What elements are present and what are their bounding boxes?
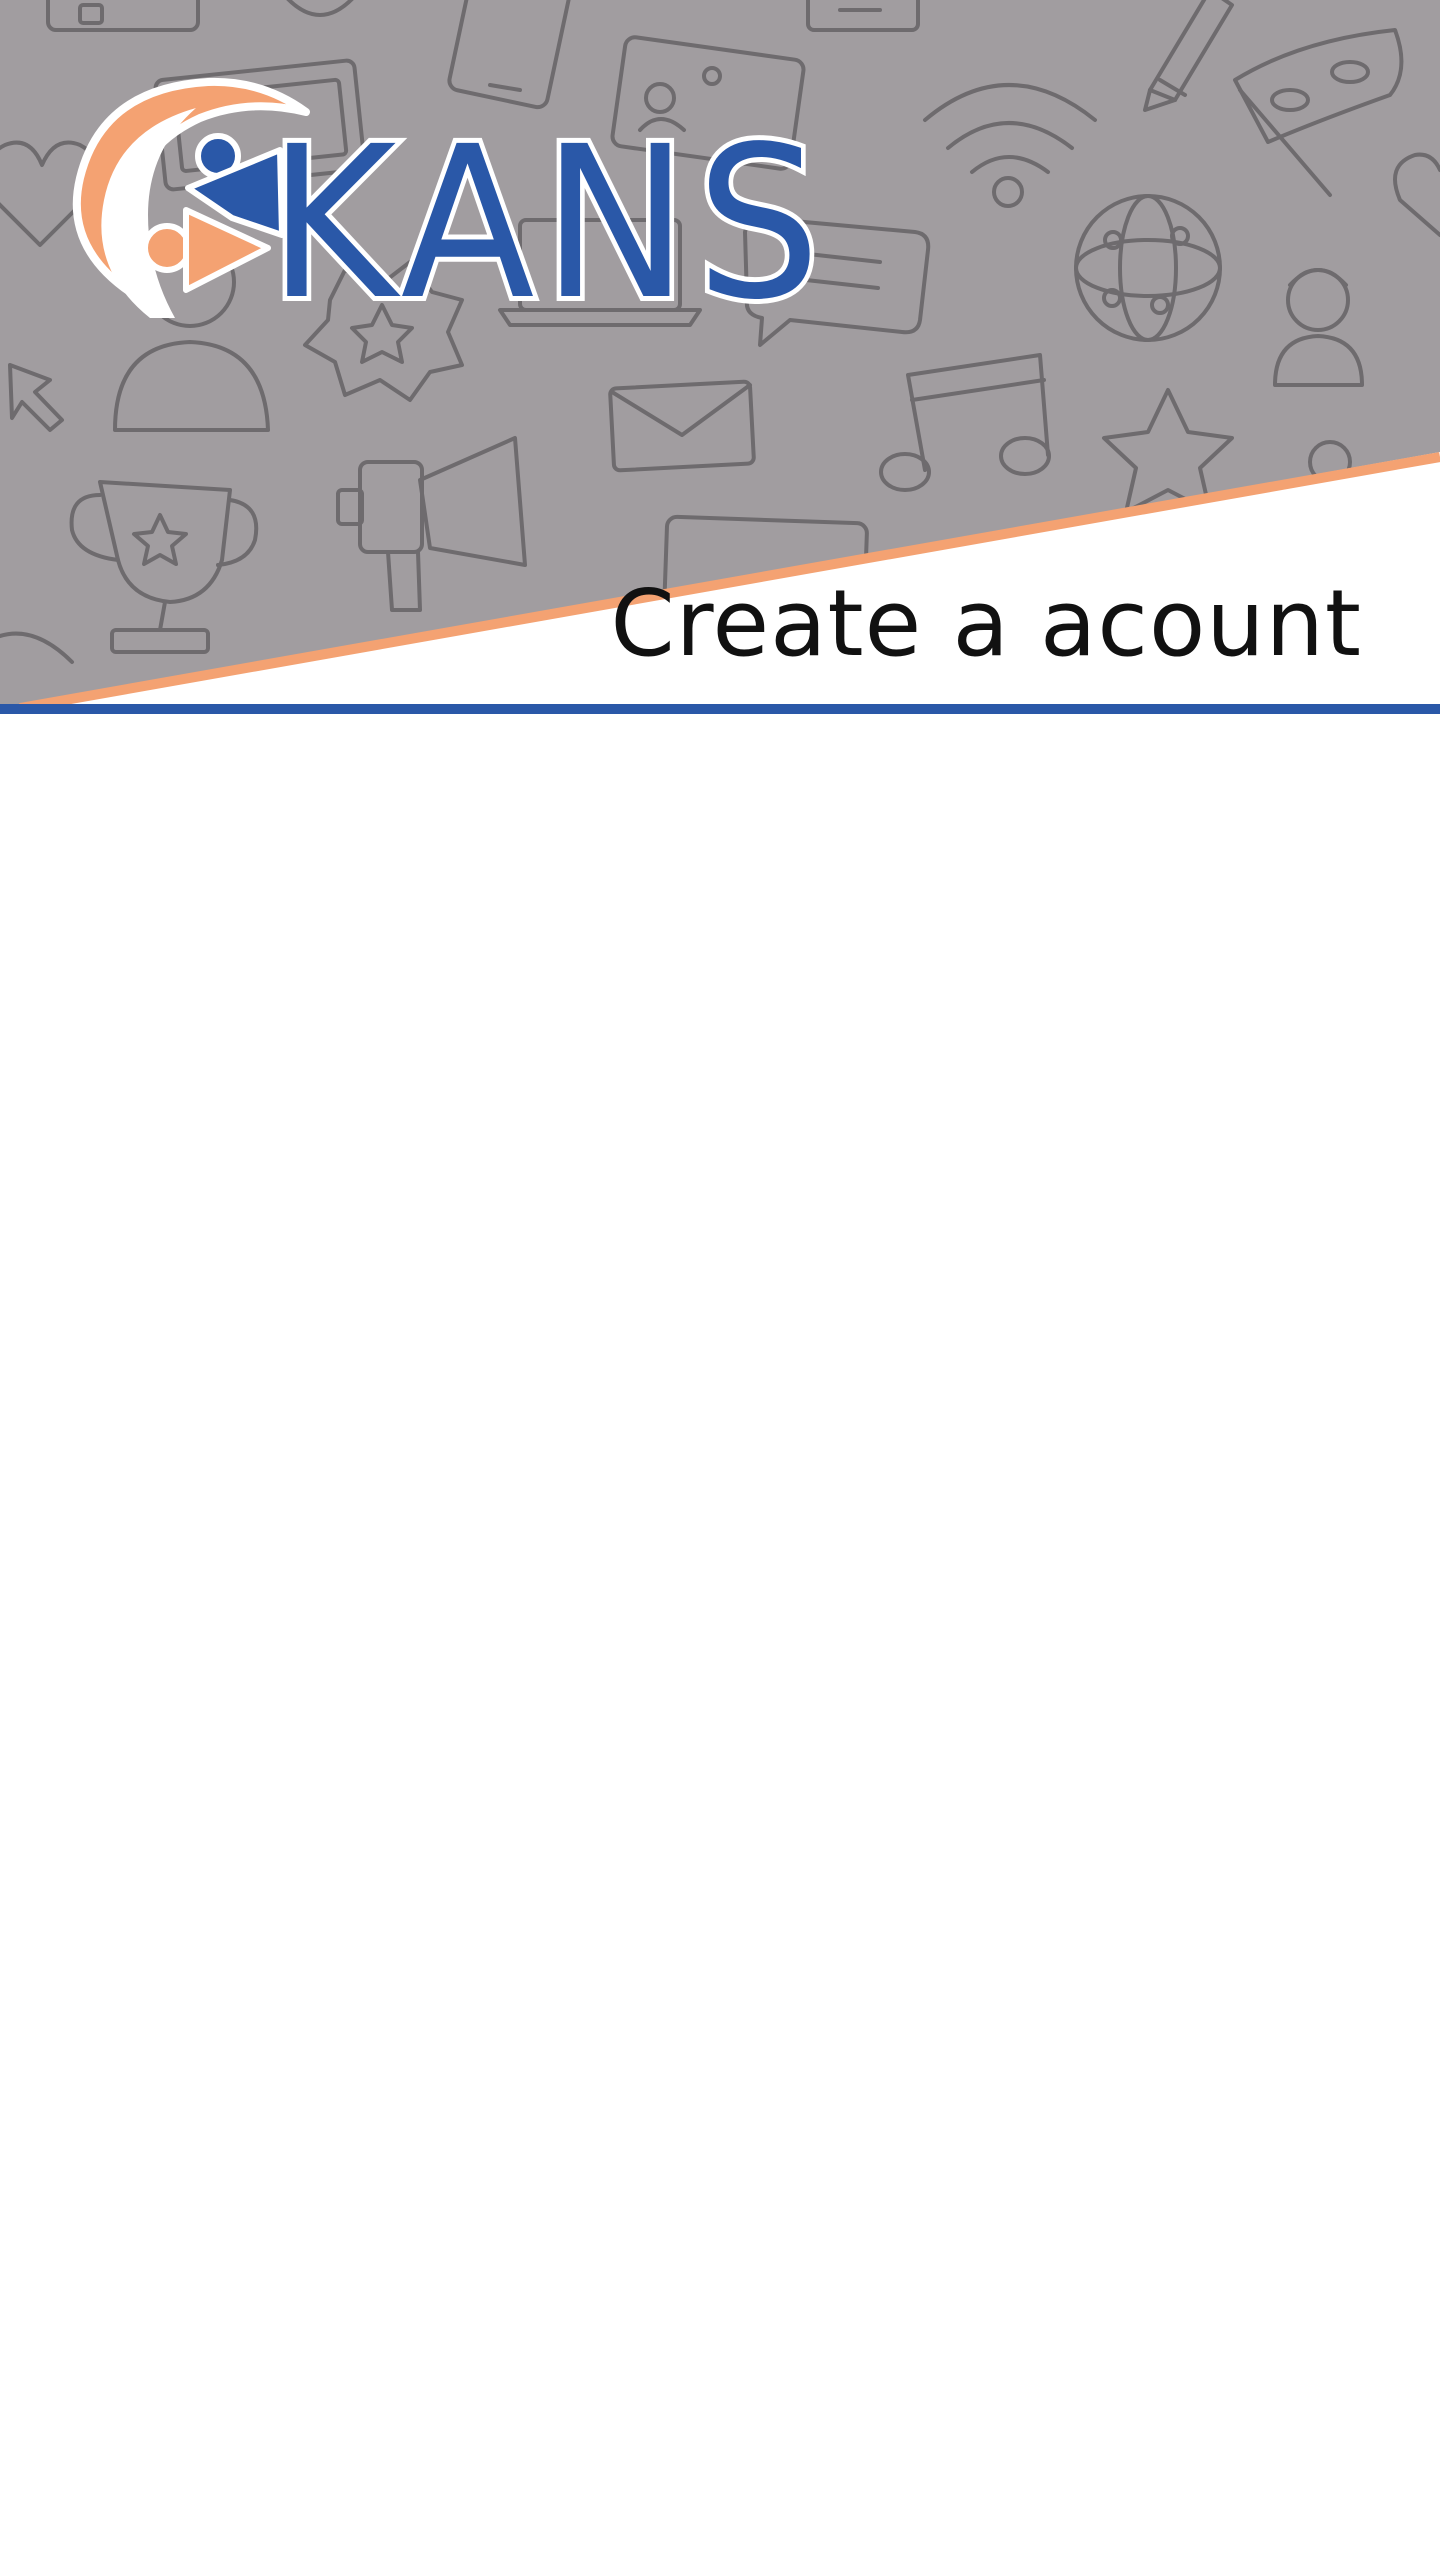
app-header: KANS Create a acount: [0, 0, 1440, 716]
content-area: [0, 716, 1440, 2560]
page-title: Create a acount: [610, 570, 1362, 677]
logo-wordmark: KANS: [268, 101, 828, 346]
